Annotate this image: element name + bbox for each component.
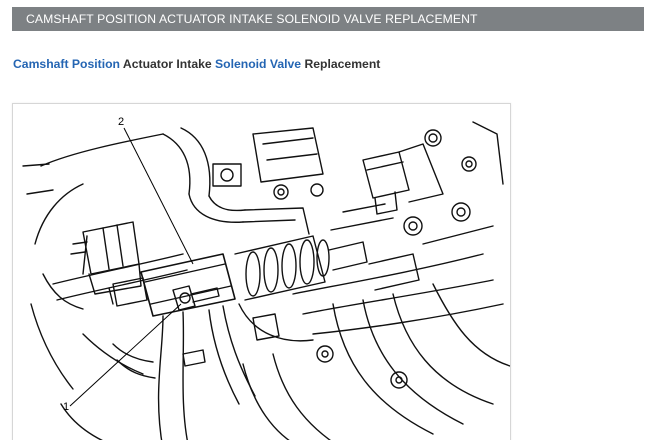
section-title: CAMSHAFT POSITION ACTUATOR INTAKE SOLENO… <box>26 12 478 26</box>
engine-line-drawing: 2 1 <box>22 116 510 440</box>
procedure-title-text-1: Actuator Intake <box>120 57 216 71</box>
procedure-title-text-2: Replacement <box>301 57 381 71</box>
page: CAMSHAFT POSITION ACTUATOR INTAKE SOLENO… <box>0 0 650 440</box>
illustration-frame: 2 1 <box>12 103 511 440</box>
section-header-bar: CAMSHAFT POSITION ACTUATOR INTAKE SOLENO… <box>12 7 644 31</box>
callout-2-label: 2 <box>118 116 124 128</box>
callout-2-leader <box>123 127 194 265</box>
callout-1-leader <box>69 303 182 407</box>
camshaft-position-link[interactable]: Camshaft Position <box>13 57 120 71</box>
solenoid-valve-link[interactable]: Solenoid Valve <box>215 57 301 71</box>
callout-1-label: 1 <box>63 401 69 413</box>
procedure-title: Camshaft Position Actuator Intake Soleno… <box>13 57 380 71</box>
